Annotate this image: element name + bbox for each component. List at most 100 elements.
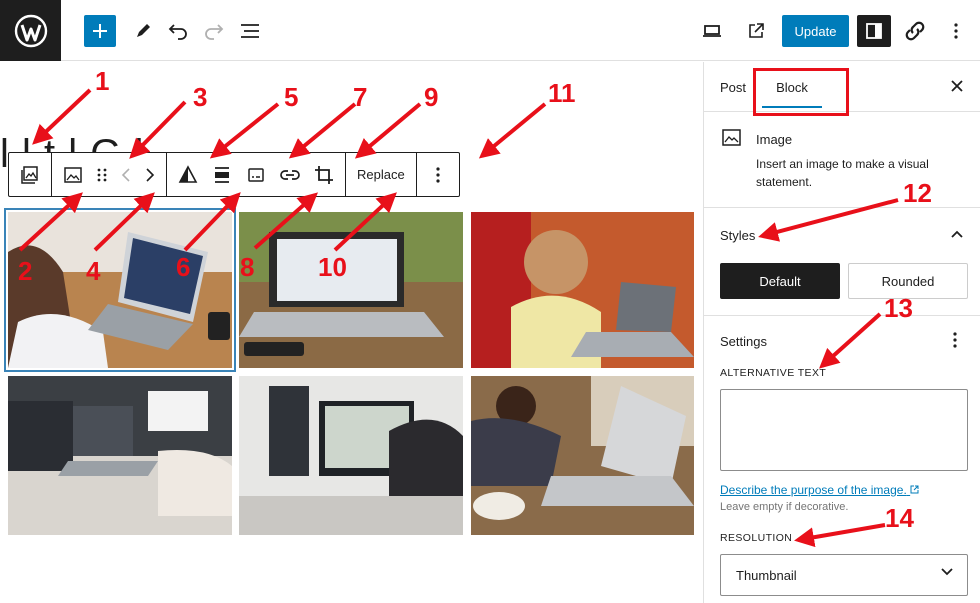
kebab-icon xyxy=(436,166,440,183)
alt-text-hint: Leave empty if decorative. xyxy=(720,501,849,513)
alt-text-input[interactable] xyxy=(720,389,968,471)
resolution-value: Thumbnail xyxy=(736,567,797,583)
annotation-number: 4 xyxy=(86,256,101,286)
view-post-button[interactable] xyxy=(744,15,768,47)
image-icon xyxy=(722,129,741,146)
annotation-number: 8 xyxy=(240,252,255,282)
annotation-number: 14 xyxy=(885,503,914,533)
align-wide-icon xyxy=(215,166,229,183)
annotation-number: 3 xyxy=(193,82,208,112)
update-button[interactable]: Update xyxy=(782,15,849,47)
describe-purpose-link[interactable]: Describe the purpose of the image. xyxy=(720,483,919,497)
describe-purpose-link-text: Describe the purpose of the image. xyxy=(720,483,907,497)
tools-button[interactable] xyxy=(131,15,155,47)
editor-header: Update xyxy=(0,0,980,61)
redo-icon xyxy=(205,24,224,40)
annotation-number: 9 xyxy=(424,82,439,112)
link-icon xyxy=(280,169,300,180)
chevron-right-icon xyxy=(146,167,155,182)
block-toolbar: Replace xyxy=(8,152,460,197)
resolution-select[interactable]: Thumbnail xyxy=(720,554,968,596)
redo-button[interactable] xyxy=(202,15,226,47)
block-switcher-group xyxy=(9,153,52,196)
girl-laptop-photo xyxy=(471,212,694,368)
annotation-number: 5 xyxy=(284,82,299,112)
more-options-group xyxy=(417,153,459,196)
list-view-button[interactable] xyxy=(238,15,262,47)
editor-canvas: l l t l G l xyxy=(0,62,703,603)
pencil-icon xyxy=(137,24,150,37)
gallery-image-2[interactable] xyxy=(239,212,463,368)
undo-icon xyxy=(168,24,187,40)
close-sidebar-button[interactable] xyxy=(945,74,969,98)
annotation-number: 11 xyxy=(548,78,576,108)
crop-button[interactable] xyxy=(307,158,341,192)
annotation-number: 13 xyxy=(884,293,913,323)
move-right-button[interactable] xyxy=(138,158,162,192)
gallery-image-5[interactable] xyxy=(239,376,463,535)
block-tab-highlight xyxy=(753,68,849,116)
settings-panel-title: Settings xyxy=(720,334,767,349)
wordpress-logo-icon[interactable] xyxy=(0,0,61,61)
move-left-button[interactable] xyxy=(114,158,138,192)
annotation-number: 2 xyxy=(18,256,33,286)
resolution-label: RESOLUTION xyxy=(720,532,793,544)
close-icon xyxy=(951,80,963,92)
annotation-number: 1 xyxy=(95,66,110,96)
chevron-up-icon[interactable] xyxy=(951,230,963,238)
image-block-button[interactable] xyxy=(56,158,90,192)
woman-laptop-photo xyxy=(8,212,232,368)
jetpack-button[interactable] xyxy=(902,15,928,47)
drag-handle[interactable] xyxy=(90,158,114,192)
gallery-image-4[interactable] xyxy=(8,376,232,535)
block-description: Insert an image to make a visual stateme… xyxy=(756,157,929,189)
replace-group: Replace xyxy=(346,153,417,196)
external-link-icon xyxy=(749,23,764,38)
jetpack-link-icon xyxy=(905,21,925,41)
list-view-icon xyxy=(241,24,259,38)
caption-button[interactable] xyxy=(239,158,273,192)
alt-text-label: ALTERNATIVE TEXT xyxy=(720,367,827,379)
gallery-parent-button[interactable] xyxy=(13,158,47,192)
options-menu-button[interactable] xyxy=(946,15,966,47)
link-button[interactable] xyxy=(273,158,307,192)
style-default-button[interactable]: Default xyxy=(720,263,840,299)
chevron-down-icon xyxy=(941,568,953,576)
tab-post[interactable]: Post xyxy=(720,62,746,112)
block-name: Image xyxy=(756,132,793,147)
settings-sidebar: Post Block Image Insert an image to make… xyxy=(703,62,980,603)
image-icon xyxy=(64,166,82,183)
sidebar-toggle-icon xyxy=(866,23,882,39)
laptop-outdoor-photo xyxy=(239,212,463,368)
settings-toggle-button[interactable] xyxy=(857,15,891,47)
styles-panel-title[interactable]: Styles xyxy=(720,228,755,243)
external-link-icon xyxy=(910,485,919,494)
caption-icon xyxy=(248,167,264,182)
add-block-button[interactable] xyxy=(84,15,116,47)
desktop-preview-icon xyxy=(703,25,721,37)
plus-icon xyxy=(93,24,107,38)
chevron-left-icon xyxy=(121,167,130,182)
undo-button[interactable] xyxy=(166,15,190,47)
office-laptops-photo xyxy=(8,376,232,535)
crop-icon xyxy=(315,165,333,184)
gallery-image-6[interactable] xyxy=(471,376,694,535)
woman-monitor-photo xyxy=(239,376,463,535)
preview-button[interactable] xyxy=(700,15,724,47)
duotone-button[interactable] xyxy=(171,158,205,192)
duotone-icon xyxy=(178,164,198,183)
gallery-image-1[interactable] xyxy=(4,208,236,372)
woman-cafe-laptop-photo xyxy=(471,376,694,535)
annotation-number: 6 xyxy=(176,252,191,282)
drag-handle-icon xyxy=(97,168,107,181)
gallery-image-3[interactable] xyxy=(471,212,694,368)
annotation-number: 10 xyxy=(318,252,347,282)
kebab-icon[interactable] xyxy=(953,332,957,348)
gallery-icon xyxy=(21,165,38,184)
block-type-group xyxy=(52,153,167,196)
replace-button[interactable]: Replace xyxy=(350,158,412,192)
align-button[interactable] xyxy=(205,158,239,192)
kebab-icon xyxy=(954,23,958,39)
block-options-button[interactable] xyxy=(421,158,455,192)
divider xyxy=(704,207,980,208)
